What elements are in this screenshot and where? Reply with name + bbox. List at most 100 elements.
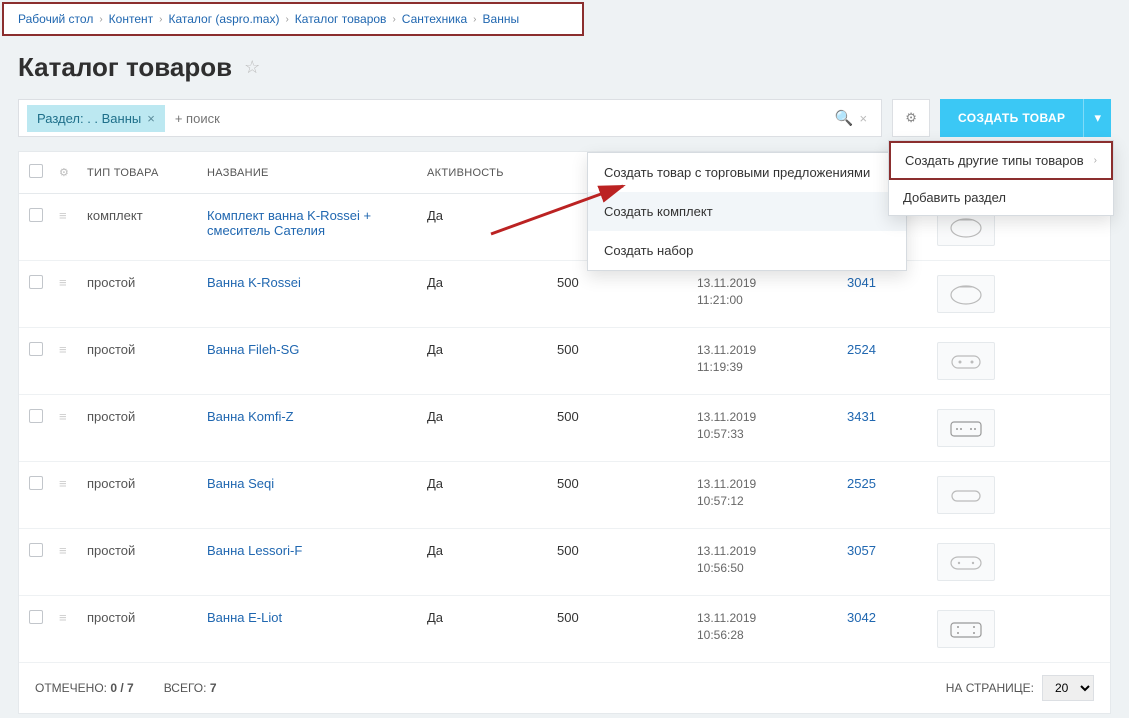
row-checkbox[interactable]: [29, 342, 43, 356]
thumbnail: [937, 275, 995, 313]
cell-type: простой: [87, 275, 207, 290]
menu-create-other-types[interactable]: Создать другие типы товаров ›: [889, 141, 1113, 180]
page-title: Каталог товаров: [18, 52, 232, 83]
create-dropdown-menu: Создать другие типы товаров › Добавить р…: [888, 140, 1114, 216]
menu-create-kit[interactable]: Создать набор: [588, 231, 906, 270]
thumbnail: [937, 543, 995, 581]
cell-qty: 500: [557, 275, 697, 290]
cell-id-link[interactable]: 3042: [847, 610, 876, 625]
cell-date: 13.11.201910:57:33: [697, 409, 847, 443]
thumbnail: [937, 409, 995, 447]
cell-name-link[interactable]: Ванна Seqi: [207, 476, 274, 491]
cell-id-link[interactable]: 3431: [847, 409, 876, 424]
create-submenu: Создать товар с торговыми предложениями …: [587, 152, 907, 271]
search-input[interactable]: [165, 111, 835, 126]
cell-active: Да: [427, 275, 557, 290]
crumb-content[interactable]: Контент: [109, 12, 153, 26]
cell-type: простой: [87, 543, 207, 558]
search-bar[interactable]: Раздел: . . Ванны × 🔍 ×: [18, 99, 882, 137]
chevron-right-icon: ›: [285, 14, 288, 25]
cell-active: Да: [427, 208, 557, 223]
row-checkbox[interactable]: [29, 543, 43, 557]
filter-chip-section[interactable]: Раздел: . . Ванны ×: [27, 105, 165, 132]
search-icon[interactable]: 🔍: [835, 109, 854, 127]
chevron-right-icon: ›: [1094, 155, 1097, 166]
table-footer: ОТМЕЧЕНО: 0 / 7 ВСЕГО: 7 НА СТРАНИЦЕ: 20: [19, 663, 1110, 713]
col-active[interactable]: АКТИВНОСТЬ: [427, 167, 557, 179]
cell-id-link[interactable]: 3057: [847, 543, 876, 558]
thumbnail: [937, 476, 995, 514]
drag-handle-icon[interactable]: ≡: [59, 208, 67, 223]
breadcrumb: Рабочий стол › Контент › Каталог (aspro.ma…: [2, 2, 584, 36]
gear-icon: ⚙: [905, 110, 917, 126]
close-icon[interactable]: ×: [147, 111, 155, 126]
drag-handle-icon[interactable]: ≡: [59, 409, 67, 424]
cell-id-link[interactable]: 2525: [847, 476, 876, 491]
row-checkbox[interactable]: [29, 610, 43, 624]
menu-create-with-offers[interactable]: Создать товар с торговыми предложениями: [588, 153, 906, 192]
col-type[interactable]: ТИП ТОВАРА: [87, 167, 207, 179]
crumb-desktop[interactable]: Рабочий стол: [18, 12, 93, 26]
thumbnail: [937, 610, 995, 648]
page-size-select[interactable]: 20: [1042, 675, 1094, 701]
cell-qty: 500: [557, 409, 697, 424]
cell-qty: 500: [557, 476, 697, 491]
row-checkbox[interactable]: [29, 208, 43, 222]
cell-id-link[interactable]: 2524: [847, 342, 876, 357]
cell-type: простой: [87, 409, 207, 424]
cell-date: 13.11.201911:21:00: [697, 275, 847, 309]
crumb-baths[interactable]: Ванны: [483, 12, 520, 26]
cell-name-link[interactable]: Ванна Fileh-SG: [207, 342, 299, 357]
gear-icon[interactable]: ⚙: [59, 166, 87, 179]
cell-id-link[interactable]: 3041: [847, 275, 876, 290]
cell-type: простой: [87, 342, 207, 357]
cell-date: 13.11.201911:19:39: [697, 342, 847, 376]
cell-name-link[interactable]: Ванна Lessori-F: [207, 543, 302, 558]
chevron-right-icon: ›: [99, 14, 102, 25]
crumb-plumbing[interactable]: Сантехника: [402, 12, 467, 26]
cell-date: 13.11.201910:56:28: [697, 610, 847, 644]
create-product-label: СОЗДАТЬ ТОВАР: [940, 111, 1083, 125]
table-row: ≡ простой Ванна Lessori-F Да 500 13.11.2…: [19, 529, 1110, 596]
cell-active: Да: [427, 610, 557, 625]
cell-date: 13.11.201910:57:12: [697, 476, 847, 510]
cell-name-link[interactable]: Ванна E-Liot: [207, 610, 282, 625]
drag-handle-icon[interactable]: ≡: [59, 476, 67, 491]
cell-name-link[interactable]: Комплект ванна K-Rossei + смеситель Сате…: [207, 208, 371, 238]
page-size-label: НА СТРАНИЦЕ:: [946, 681, 1034, 695]
chevron-down-icon: ▾: [1094, 110, 1101, 126]
clear-icon[interactable]: ×: [853, 111, 873, 126]
drag-handle-icon[interactable]: ≡: [59, 610, 67, 625]
menu-label: Создать другие типы товаров: [905, 153, 1084, 168]
row-checkbox[interactable]: [29, 275, 43, 289]
menu-create-set[interactable]: Создать комплект: [588, 192, 906, 231]
select-all-checkbox[interactable]: [29, 164, 43, 178]
col-name[interactable]: НАЗВАНИЕ: [207, 167, 427, 179]
row-checkbox[interactable]: [29, 409, 43, 423]
cell-name-link[interactable]: Ванна K-Rossei: [207, 275, 301, 290]
cell-qty: 500: [557, 610, 697, 625]
table-row: ≡ простой Ванна K-Rossei Да 500 13.11.20…: [19, 261, 1110, 328]
cell-qty: 500: [557, 543, 697, 558]
create-product-button[interactable]: СОЗДАТЬ ТОВАР ▾: [940, 99, 1111, 137]
settings-button[interactable]: ⚙: [892, 99, 930, 137]
drag-handle-icon[interactable]: ≡: [59, 342, 67, 357]
menu-add-section[interactable]: Добавить раздел: [889, 180, 1113, 215]
product-table: Создать другие типы товаров › Добавить р…: [18, 151, 1111, 714]
cell-active: Да: [427, 476, 557, 491]
cell-date: 13.11.201910:56:50: [697, 543, 847, 577]
star-icon[interactable]: ☆: [244, 57, 260, 78]
crumb-catalog-products[interactable]: Каталог товаров: [295, 12, 387, 26]
create-product-dropdown[interactable]: ▾: [1083, 99, 1111, 137]
cell-type: простой: [87, 610, 207, 625]
cell-name-link[interactable]: Ванна Komfi-Z: [207, 409, 294, 424]
row-checkbox[interactable]: [29, 476, 43, 490]
drag-handle-icon[interactable]: ≡: [59, 543, 67, 558]
cell-qty: 500: [557, 342, 697, 357]
table-row: ≡ простой Ванна Komfi-Z Да 500 13.11.201…: [19, 395, 1110, 462]
crumb-catalog-aspro[interactable]: Каталог (aspro.max): [168, 12, 279, 26]
chevron-right-icon: ›: [473, 14, 476, 25]
drag-handle-icon[interactable]: ≡: [59, 275, 67, 290]
cell-type: комплект: [87, 208, 207, 223]
table-row: ≡ простой Ванна E-Liot Да 500 13.11.2019…: [19, 596, 1110, 663]
